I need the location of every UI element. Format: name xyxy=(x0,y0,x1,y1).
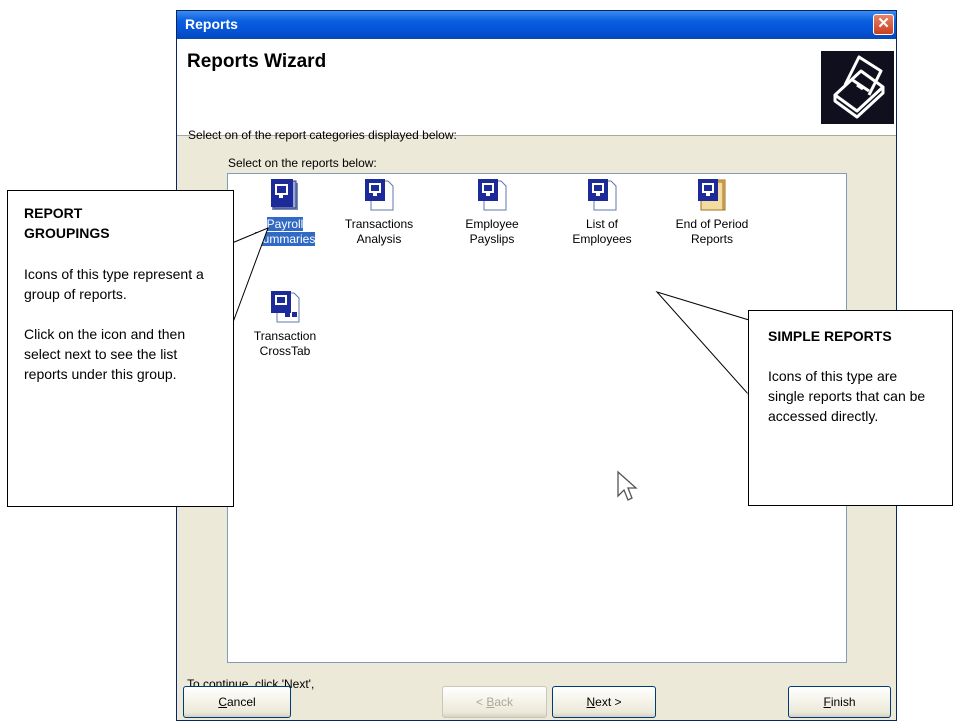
crosstab-report-icon xyxy=(271,291,300,323)
report-icon xyxy=(588,179,617,211)
report-list-of-employees[interactable]: List of Employees xyxy=(554,178,650,247)
callout-report-groupings: REPORT GROUPINGS Icons of this type repre… xyxy=(7,190,234,507)
report-label: End of Period Reports xyxy=(675,217,749,246)
title-bar[interactable]: Reports ✕ xyxy=(177,11,896,39)
back-button[interactable]: < Back xyxy=(442,686,547,718)
report-transactions-analysis[interactable]: Transactions Analysis xyxy=(331,178,427,247)
close-icon: ✕ xyxy=(877,15,890,32)
report-icon xyxy=(365,179,394,211)
mouse-cursor-icon xyxy=(617,470,638,501)
wizard-header: Reports Wizard Select on of the report c… xyxy=(177,39,896,142)
report-label: Employee Payslips xyxy=(465,217,519,246)
report-payroll-summaries[interactable]: Payroll Summaries xyxy=(237,178,333,247)
report-group-icon xyxy=(271,179,298,210)
report-label: Payroll Summaries xyxy=(254,217,316,246)
report-end-of-period[interactable]: End of Period Reports xyxy=(664,178,760,247)
report-transaction-crosstab[interactable]: Transaction CrossTab xyxy=(237,290,333,359)
next-button[interactable]: Next > xyxy=(552,686,656,718)
callout-simple-reports: SIMPLE REPORTS Icons of this type are si… xyxy=(748,310,953,506)
report-label: List of Employees xyxy=(572,217,632,246)
cancel-button[interactable]: Cancel xyxy=(183,686,291,718)
report-label: Transactions Analysis xyxy=(344,217,414,246)
callout-heading: SIMPLE REPORTS xyxy=(768,328,892,344)
callout-heading: REPORT GROUPINGS xyxy=(24,205,110,241)
callout-text: Click on the icon and then select next t… xyxy=(24,326,186,382)
callout-text: Icons of this type are single reports th… xyxy=(768,368,926,424)
report-icon xyxy=(478,179,507,211)
close-button[interactable]: ✕ xyxy=(873,14,894,35)
printer-icon xyxy=(821,51,894,124)
finish-button[interactable]: Finish xyxy=(788,686,891,718)
list-label: Select on the reports below: xyxy=(228,156,377,170)
report-label: Transaction CrossTab xyxy=(253,329,317,358)
report-group-icon xyxy=(698,179,726,211)
callout-text: Icons of this type represent a group of … xyxy=(24,266,204,302)
wizard-subtitle: Select on of the report categories displ… xyxy=(188,128,457,142)
wizard-title: Reports Wizard xyxy=(187,51,327,72)
report-employee-payslips[interactable]: Employee Payslips xyxy=(444,178,540,247)
window-title: Reports xyxy=(185,16,238,32)
